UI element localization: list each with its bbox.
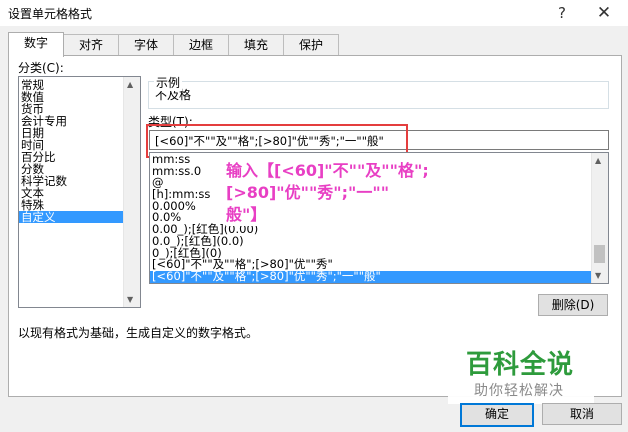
watermark: 百科全说 助你轻松解决 bbox=[448, 342, 594, 404]
scroll-up-icon[interactable]: ▲ bbox=[595, 156, 601, 165]
tab-protection[interactable]: 保护 bbox=[283, 34, 339, 55]
scroll-thumb[interactable] bbox=[594, 245, 605, 263]
cancel-button[interactable]: 取消 bbox=[542, 403, 622, 425]
tab-number[interactable]: 数字 bbox=[8, 32, 64, 57]
close-icon[interactable]: ✕ bbox=[590, 2, 618, 24]
sample-label: 示例 bbox=[154, 74, 183, 91]
category-label: 分类(C): bbox=[18, 61, 64, 75]
tab-border[interactable]: 边框 bbox=[173, 34, 229, 55]
tab-fill[interactable]: 填充 bbox=[228, 34, 284, 55]
category-item[interactable]: 自定义 bbox=[19, 211, 140, 223]
category-scrollbar[interactable]: ▲ ▼ bbox=[123, 77, 140, 307]
delete-button[interactable]: 删除(D) bbox=[538, 294, 608, 316]
sample-group: 不及格 bbox=[148, 81, 609, 109]
description-text: 以现有格式为基础，生成自定义的数字格式。 bbox=[18, 326, 259, 340]
scroll-down-icon[interactable]: ▼ bbox=[127, 295, 133, 304]
annotation-line-1: 输入【[<60]"不""及""格";[>80]"优""秀";"一"" bbox=[226, 161, 429, 202]
type-list-item[interactable]: [<60]"不""及""格";[>80]"优""秀";"一""般" bbox=[150, 270, 608, 283]
watermark-title: 百科全说 bbox=[466, 350, 575, 380]
annotation-line-2: 般"】 bbox=[226, 205, 267, 224]
type-list-scrollbar[interactable]: ▲ ▼ bbox=[591, 153, 608, 283]
help-icon[interactable]: ? bbox=[548, 2, 576, 24]
category-list[interactable]: 常规 数值 货币 会计专用 日期 时间 百分比 分数 科学记数 文本 特殊 自定义 ▲ ▼ bbox=[18, 76, 141, 308]
tab-font[interactable]: 字体 bbox=[118, 34, 174, 55]
instruction-annotation: 输入【[<60]"不""及""格";[>80]"优""秀";"一"" 般"】 bbox=[226, 160, 590, 226]
dialog-title: 设置单元格格式 bbox=[8, 7, 93, 21]
scroll-up-icon[interactable]: ▲ bbox=[127, 80, 133, 89]
tab-alignment[interactable]: 对齐 bbox=[63, 34, 119, 55]
scroll-down-icon[interactable]: ▼ bbox=[595, 271, 601, 280]
ok-button[interactable]: 确定 bbox=[460, 403, 534, 427]
watermark-subtitle: 助你轻松解决 bbox=[474, 383, 564, 399]
title-bar: 设置单元格格式 ? ✕ bbox=[0, 0, 628, 26]
